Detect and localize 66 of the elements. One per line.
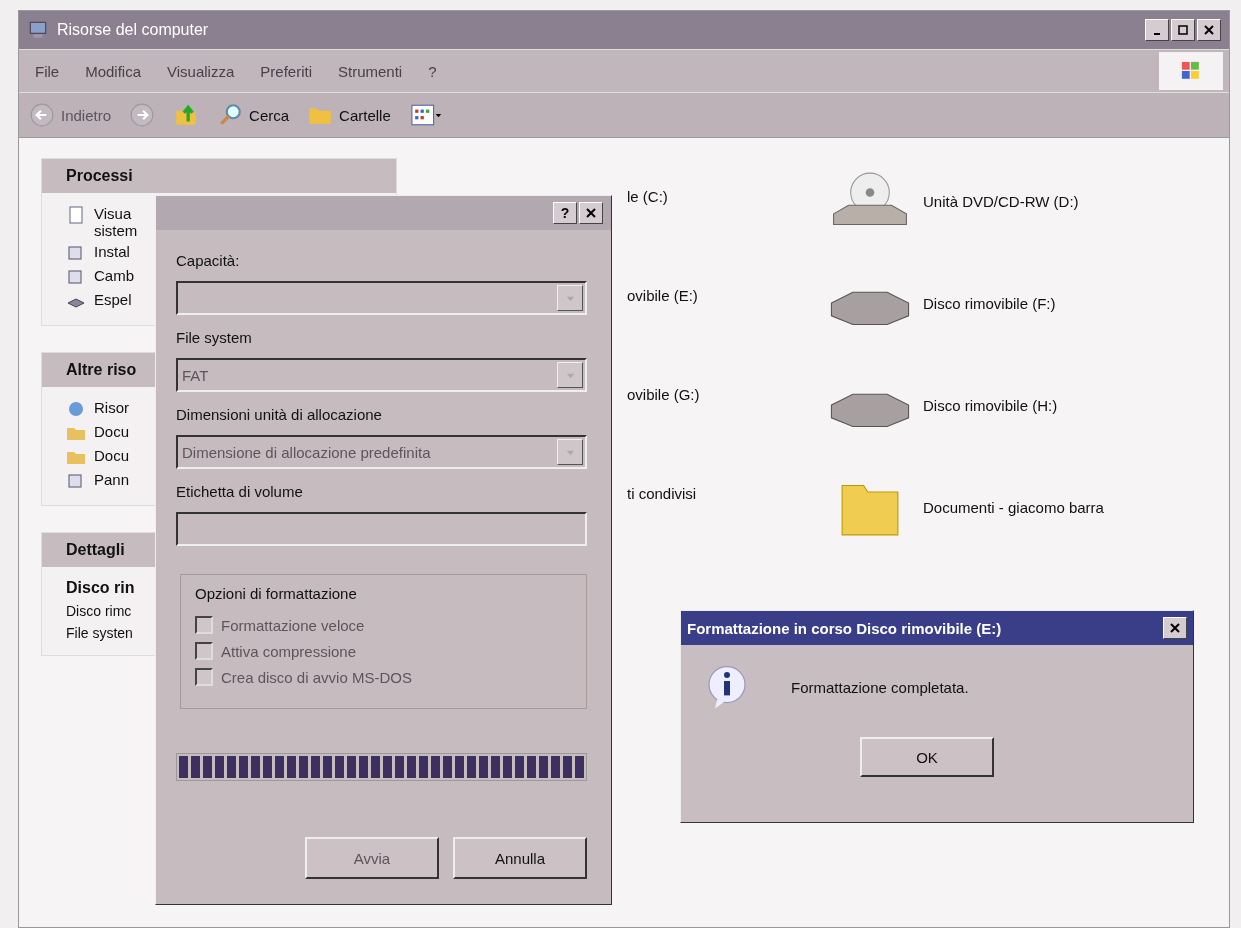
- checkbox[interactable]: [195, 668, 213, 686]
- close-icon: [586, 208, 596, 218]
- task-link[interactable]: Espel: [94, 291, 132, 308]
- dropdown-field[interactable]: Dimensione di allocazione predefinita: [176, 435, 587, 469]
- task-link[interactable]: Docu: [94, 423, 130, 440]
- drive-label[interactable]: Documenti - giacomo barra: [923, 498, 1104, 516]
- message-text: Formattazione completata.: [791, 678, 969, 696]
- help-button[interactable]: ?: [553, 202, 577, 224]
- task-link[interactable]: Docu: [94, 447, 130, 464]
- search-button[interactable]: Cerca: [217, 102, 290, 128]
- menu-item[interactable]: Strumenti: [338, 62, 403, 80]
- cancel-button[interactable]: Annulla: [453, 837, 587, 879]
- field-label: Capacità:: [176, 252, 241, 269]
- task-link[interactable]: Instal: [94, 243, 130, 260]
- menu-item[interactable]: Modifica: [85, 62, 142, 80]
- computer-icon: [27, 19, 49, 41]
- minimize-icon: [1154, 33, 1160, 35]
- panel-header[interactable]: Processi: [42, 159, 396, 193]
- close-button[interactable]: [1197, 19, 1221, 41]
- dialog-title: Formattazione in corso Disco rimovibile (E:): [687, 619, 1002, 637]
- views-icon: [408, 102, 443, 128]
- close-button[interactable]: [579, 202, 603, 224]
- details-text: File systen: [66, 625, 133, 641]
- task-link[interactable]: Pann: [94, 471, 130, 488]
- drive-label[interactable]: Disco rimovibile (F:): [923, 294, 1056, 312]
- details-text: Disco rimc: [66, 603, 132, 619]
- menu-item[interactable]: Visualizza: [167, 62, 235, 80]
- volume-label-field[interactable]: [176, 512, 587, 546]
- close-icon: [1170, 623, 1180, 633]
- drive-label[interactable]: le (C:): [627, 188, 807, 205]
- doc-icon: [66, 205, 86, 225]
- dropdown-field[interactable]: FAT: [176, 358, 587, 392]
- checkbox[interactable]: [195, 642, 213, 660]
- field-label: Dimensioni unità di allocazione: [176, 406, 383, 423]
- drive-label[interactable]: ti condivisi: [627, 485, 807, 502]
- maximize-button[interactable]: [1171, 19, 1195, 41]
- field-label: Etichetta di volume: [176, 483, 304, 500]
- close-icon: [1204, 25, 1214, 35]
- drive-label[interactable]: Disco rimovibile (H:): [923, 396, 1058, 414]
- folders-button[interactable]: Cartelle: [307, 102, 391, 128]
- drive-label[interactable]: ovibile (G:): [627, 386, 807, 403]
- drive-label[interactable]: ovibile (E:): [627, 287, 807, 304]
- search-icon: [217, 102, 244, 128]
- minimize-button[interactable]: [1145, 19, 1169, 41]
- windows-logo: [1159, 52, 1223, 90]
- checkbox-label: Formattazione veloce: [221, 616, 365, 634]
- task-link[interactable]: Visua: [94, 205, 138, 222]
- maximize-icon: [1178, 25, 1188, 35]
- checkbox[interactable]: [195, 616, 213, 634]
- task-link[interactable]: sistem: [94, 222, 138, 239]
- close-button[interactable]: [1163, 617, 1187, 639]
- task-link[interactable]: Camb: [94, 267, 134, 284]
- window-title: Risorse del computer: [57, 21, 210, 39]
- field-label: File system: [176, 329, 253, 346]
- task-link[interactable]: Risor: [94, 399, 129, 416]
- views-button[interactable]: [408, 102, 443, 128]
- dropdown-field[interactable]: [176, 281, 587, 315]
- details-title: Disco rin: [66, 579, 135, 597]
- menu-item[interactable]: Preferiti: [260, 62, 312, 80]
- checkbox-label: Crea disco di avvio MS-DOS: [221, 668, 412, 686]
- ok-button[interactable]: OK: [860, 737, 994, 777]
- menu-item[interactable]: ?: [428, 62, 437, 80]
- checkbox-label: Attiva compressione: [221, 642, 357, 660]
- menu-item[interactable]: File: [35, 62, 60, 80]
- drive-label[interactable]: Unità DVD/CD-RW (D:): [923, 192, 1079, 210]
- group-title: Opzioni di formattazione: [195, 585, 358, 602]
